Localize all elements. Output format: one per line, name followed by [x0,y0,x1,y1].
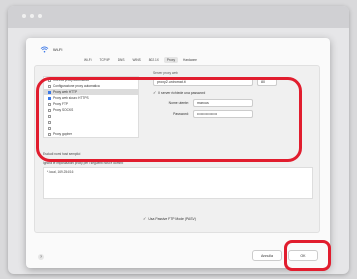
passive-ftp-row[interactable]: ✓ Usa Passive FTP Mode (PASV) [143,216,196,221]
dialog-title: Wi-Fi [53,47,63,52]
tab-proxy[interactable]: Proxy [163,57,179,63]
tab-tcpip[interactable]: TCP/IP [96,57,112,63]
tab-8021x[interactable]: 802.1X [146,57,162,63]
annotation-highlight-proxy [36,77,302,162]
background-titlebar [8,6,349,28]
wifi-icon [40,46,49,53]
passive-ftp-label: Usa Passive FTP Mode (PASV) [148,216,196,221]
dialog-header: Wi-Fi [40,46,62,53]
cancel-button[interactable]: Annulla [252,250,282,261]
zoom-dot[interactable] [38,14,42,18]
help-button[interactable]: ? [38,254,44,260]
server-label: Server proxy web [153,71,178,75]
tab-dns[interactable]: DNS [115,57,128,63]
tab-hardware[interactable]: Hardware [180,57,200,63]
tab-wifi[interactable]: Wi-Fi [81,57,94,63]
annotation-highlight-ok [284,240,331,271]
tab-bar: Wi-Fi TCP/IP DNS WINS 802.1X Proxy Hardw… [81,57,200,63]
tab-wins[interactable]: WINS [129,57,143,63]
window-controls [22,14,42,18]
close-dot[interactable] [22,14,26,18]
minimize-dot[interactable] [30,14,34,18]
exclusions-textarea[interactable]: *.local, 169.254/16 [43,167,313,199]
check-icon[interactable]: ✓ [143,216,146,221]
